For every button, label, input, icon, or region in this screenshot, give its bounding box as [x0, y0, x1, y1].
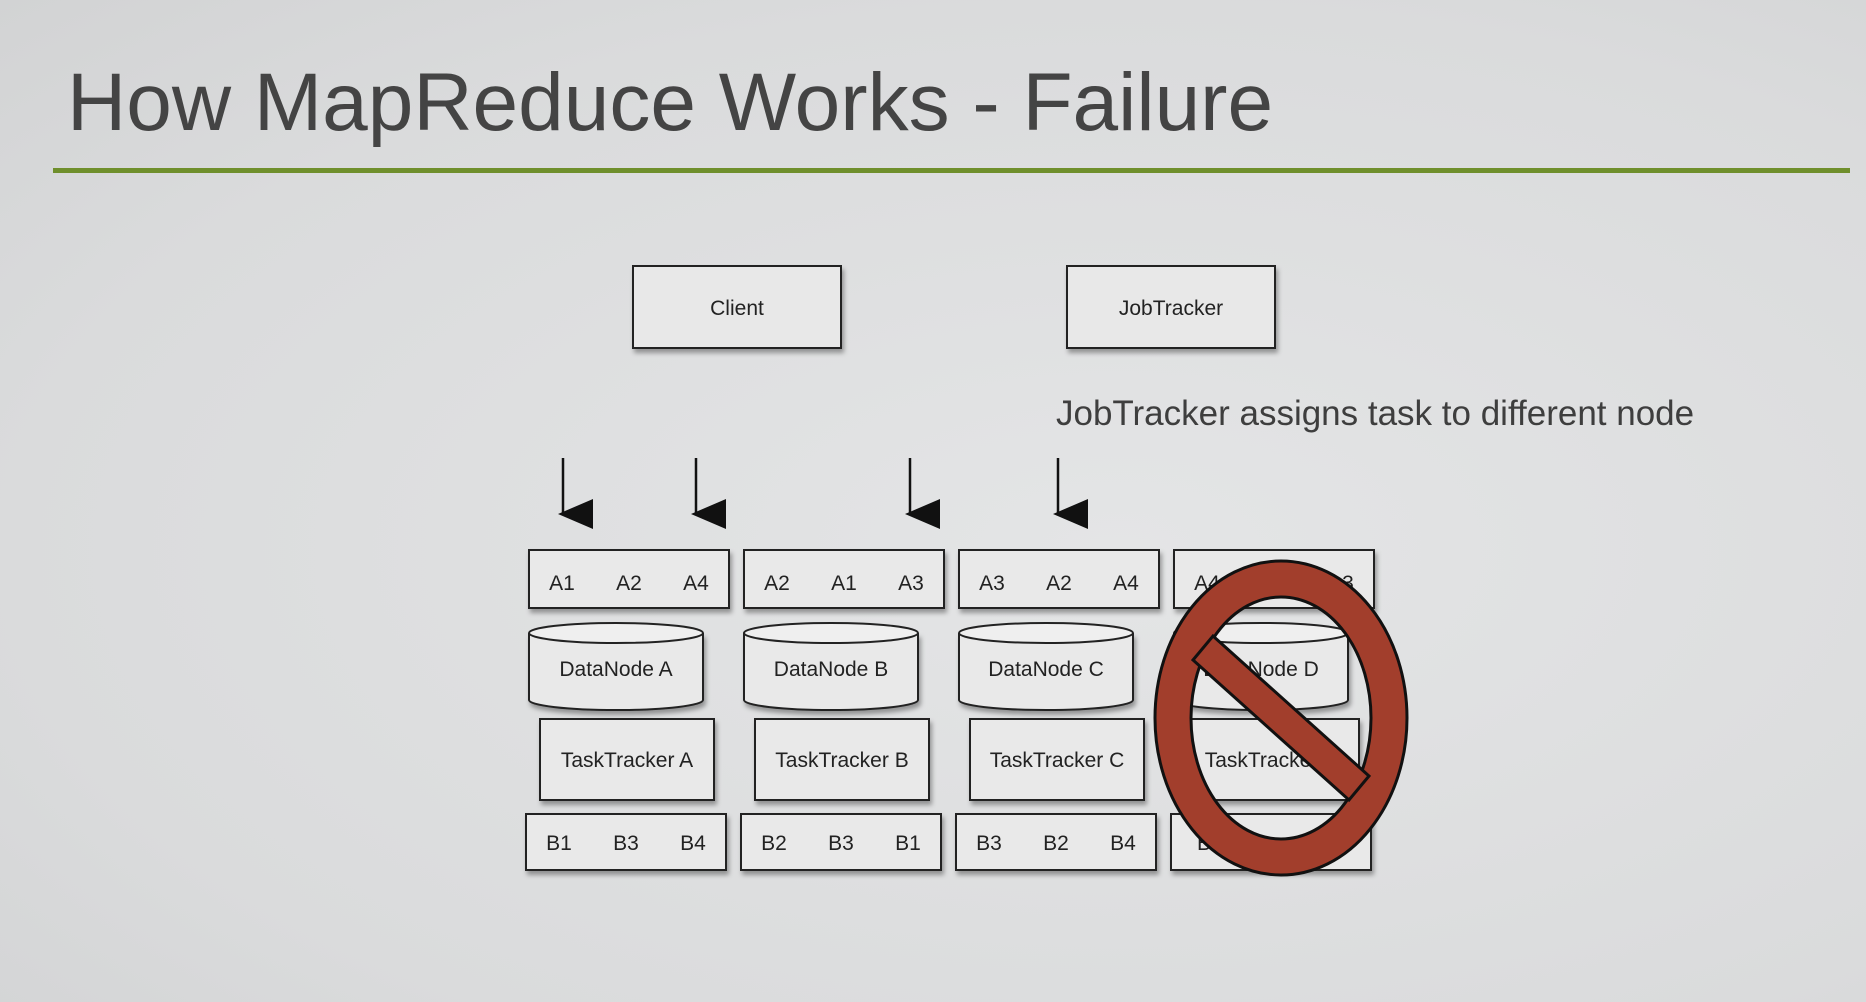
- block-label: B1: [546, 832, 572, 855]
- datanode: DataNode A: [528, 622, 704, 711]
- block-label: A4: [683, 572, 709, 595]
- block-label: A2: [1046, 572, 1072, 595]
- block-label: B2: [1043, 832, 1069, 855]
- block-label: B4: [1110, 832, 1136, 855]
- block-label: A2: [616, 572, 642, 595]
- tasktracker-label: TaskTracker A: [561, 749, 693, 772]
- client-box: Client: [632, 265, 842, 349]
- mapreduce-diagram: Client JobTracker A1 A2 A4 DataNode A TaskTr…: [525, 265, 1409, 877]
- jobtracker-box: JobTracker: [1066, 265, 1276, 349]
- block-label: B2: [761, 832, 787, 855]
- task-arrows: [558, 458, 1088, 529]
- block-label: B3: [613, 832, 639, 855]
- output-block-strip: B2 B3 B1: [740, 813, 942, 871]
- tasktracker: TaskTracker C: [969, 718, 1145, 801]
- tasktracker: TaskTracker A: [539, 718, 715, 801]
- block-label: A3: [898, 572, 924, 595]
- input-block-strip: A2 A1 A3: [743, 549, 945, 609]
- slide: How MapReduce Works - Failure Client Job…: [0, 0, 1866, 1002]
- block-label: B3: [828, 832, 854, 855]
- tasktracker-label: TaskTracker B: [775, 749, 908, 772]
- node-column: A2 A1 A3 DataNode B TaskTracker B B2 B3 B1: [740, 549, 945, 871]
- block-label: A1: [831, 572, 857, 595]
- block-label: A1: [549, 572, 575, 595]
- failure-note: JobTracker assigns task to different nod…: [1056, 394, 1695, 433]
- block-label: B4: [680, 832, 706, 855]
- datanode-label: DataNode B: [774, 658, 888, 681]
- block-label: B3: [976, 832, 1002, 855]
- datanode-label: DataNode C: [988, 658, 1104, 681]
- input-block-strip: A3 A2 A4: [958, 549, 1160, 609]
- datanode: DataNode B: [743, 622, 919, 711]
- node-column: A1 A2 A4 DataNode A TaskTracker A B1 B3 B4: [525, 549, 730, 871]
- datanode-label: DataNode A: [559, 658, 672, 681]
- tasktracker-label: TaskTracker C: [990, 749, 1125, 772]
- block-label: A3: [979, 572, 1005, 595]
- client-label: Client: [710, 297, 764, 320]
- block-label: A4: [1113, 572, 1139, 595]
- block-label: B1: [895, 832, 921, 855]
- datanode: DataNode C: [958, 622, 1134, 711]
- node-column: A3 A2 A4 DataNode C TaskTracker C B3 B2 B4: [955, 549, 1160, 871]
- input-block-strip: A1 A2 A4: [528, 549, 730, 609]
- block-label: A2: [764, 572, 790, 595]
- tasktracker: TaskTracker B: [754, 718, 930, 801]
- jobtracker-label: JobTracker: [1119, 297, 1223, 320]
- output-block-strip: B1 B3 B4: [525, 813, 727, 871]
- output-block-strip: B3 B2 B4: [955, 813, 1157, 871]
